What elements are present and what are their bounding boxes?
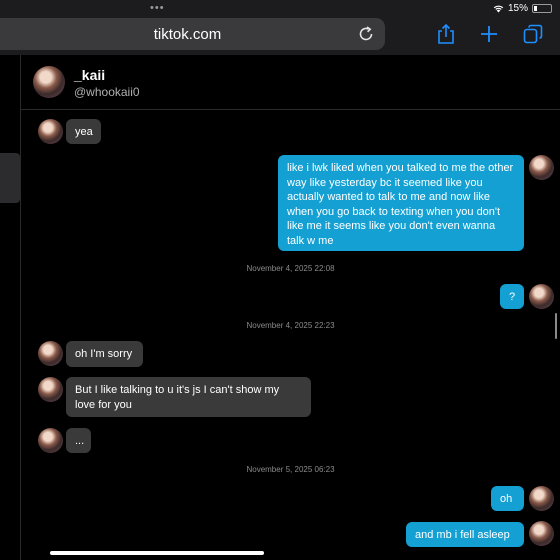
message-timestamp: November 4, 2025 22:08	[246, 264, 335, 273]
sidebar-divider	[20, 55, 21, 560]
chat-header: _kaii @whookaii0	[21, 55, 560, 110]
url-text: tiktok.com	[153, 26, 222, 43]
user-avatar-small[interactable]	[529, 521, 554, 546]
sent-message: like i lwk liked when you talked to me t…	[278, 155, 524, 251]
contact-avatar-small[interactable]	[38, 341, 63, 366]
contact-avatar-small[interactable]	[38, 377, 63, 402]
tabs-icon[interactable]	[522, 23, 544, 45]
received-message: oh I'm sorry	[66, 341, 143, 367]
plus-icon[interactable]	[478, 23, 500, 45]
received-message: But I like talking to u it's js I can't …	[66, 377, 311, 417]
home-indicator[interactable]	[50, 551, 264, 555]
contact-name[interactable]: _kaii	[74, 67, 105, 83]
received-message: ...	[66, 428, 91, 453]
reload-icon[interactable]	[357, 25, 375, 43]
status-bar: 15%	[493, 3, 552, 14]
user-avatar-small[interactable]	[529, 155, 554, 180]
wifi-icon	[493, 5, 504, 13]
battery-percent: 15%	[507, 3, 528, 14]
battery-icon	[532, 4, 552, 13]
address-bar[interactable]: tiktok.com	[0, 18, 385, 50]
share-icon[interactable]	[435, 23, 457, 45]
message-timestamp: November 4, 2025 22:23	[246, 321, 335, 330]
user-avatar-small[interactable]	[529, 284, 554, 309]
contact-avatar-small[interactable]	[38, 119, 63, 144]
user-avatar-small[interactable]	[529, 486, 554, 511]
contact-avatar[interactable]	[33, 66, 65, 98]
received-message: yea	[66, 119, 101, 144]
sent-message: ?	[500, 284, 524, 309]
sidebar-collapse-button[interactable]	[0, 153, 20, 203]
browser-toolbar: ••• 15% tiktok.com	[0, 0, 560, 55]
message-timestamp: November 5, 2025 06:23	[246, 465, 335, 474]
more-dots-icon[interactable]: •••	[150, 3, 165, 14]
scrollbar[interactable]	[555, 313, 557, 339]
contact-avatar-small[interactable]	[38, 428, 63, 453]
sent-message: and mb i fell asleep	[406, 522, 524, 547]
sent-message: oh	[491, 486, 524, 511]
contact-handle: @whookaii0	[74, 85, 140, 99]
